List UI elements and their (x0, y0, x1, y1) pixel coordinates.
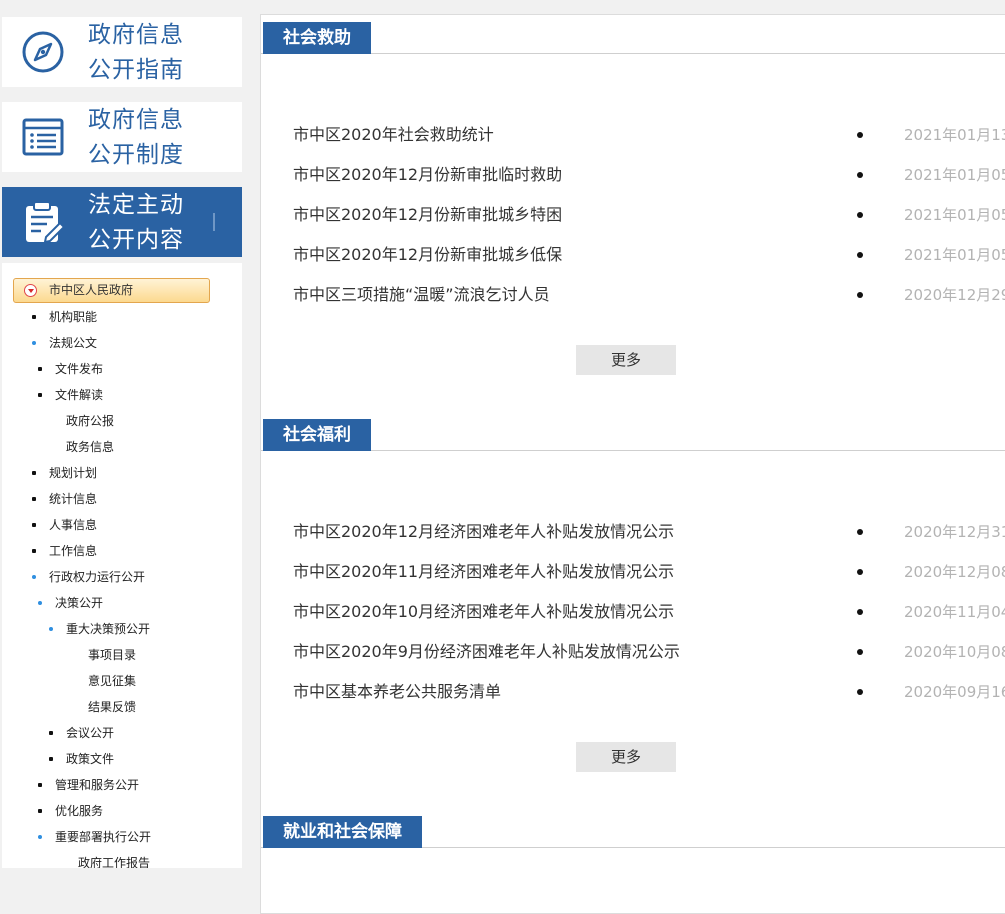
nav-card-disclosure-guide[interactable]: 政府信息 公开指南 (2, 17, 242, 87)
list-document-icon (22, 118, 64, 156)
nav-card-label: 法定主动 公开内容 (88, 192, 184, 253)
bullet-icon (857, 529, 863, 535)
news-item[interactable]: 市中区2020年12月经济困难老年人补贴发放情况公示 2020年12月31 (261, 512, 1005, 552)
bullet-icon (857, 252, 863, 258)
bullet-icon (857, 132, 863, 138)
news-item[interactable]: 市中区2020年12月份新审批临时救助 2021年01月05 (261, 155, 1005, 195)
nav-card-disclosure-system[interactable]: 政府信息 公开制度 (2, 102, 242, 172)
tree-root-node[interactable]: 市中区人民政府 (13, 278, 210, 303)
content-panel: 社会救助 市中区2020年社会救助统计 2021年01月13 市中区2020年12… (260, 14, 1005, 914)
bullet-icon (857, 689, 863, 695)
bullet-icon (857, 212, 863, 218)
bullet-icon (857, 649, 863, 655)
nav-card-label: 政府信息 公开制度 (88, 107, 184, 168)
news-item[interactable]: 市中区2020年9月份经济困难老年人补贴发放情况公示 2020年10月08 (261, 632, 1005, 672)
news-item[interactable]: 市中区三项措施“温暖”流浪乞讨人员 2020年12月29 (261, 275, 1005, 315)
news-item[interactable]: 市中区2020年12月份新审批城乡低保 2021年01月05 (261, 235, 1005, 275)
news-item[interactable]: 市中区2020年10月经济困难老年人补贴发放情况公示 2020年11月04 (261, 592, 1005, 632)
bullet-icon (857, 569, 863, 575)
more-button-social-assistance[interactable]: 更多 (576, 345, 676, 375)
bullet-icon (857, 292, 863, 298)
divider (213, 213, 215, 231)
category-tree: 市中区人民政府 机构职能 法规公文 文件发布 文件解读 政府公报 政务信息 规划… (2, 263, 242, 868)
news-item[interactable]: 市中区2020年12月份新审批城乡特困 2021年01月05 (261, 195, 1005, 235)
section-tab-social-assistance[interactable]: 社会救助 (263, 22, 371, 54)
section-header: 社会福利 (261, 417, 1005, 451)
bullet-icon (857, 609, 863, 615)
collapse-icon[interactable] (24, 284, 37, 297)
clipboard-edit-icon (26, 201, 66, 244)
news-item[interactable]: 市中区基本养老公共服务清单 2020年09月16 (261, 672, 1005, 712)
section-header: 就业和社会保障 (261, 814, 1005, 848)
news-item[interactable]: 市中区2020年社会救助统计 2021年01月13 (261, 115, 1005, 155)
compass-icon (22, 31, 64, 73)
news-item[interactable]: 市中区2020年11月经济困难老年人补贴发放情况公示 2020年12月08 (261, 552, 1005, 592)
nav-card-statutory-content[interactable]: 法定主动 公开内容 (2, 187, 242, 257)
left-column: 政府信息 公开指南 政府信息 公开制度 法定主动 公开内容 市中区人民政府 机构… (0, 0, 242, 868)
section-header: 社会救助 (261, 20, 1005, 54)
nav-card-label: 政府信息 公开指南 (88, 22, 184, 83)
more-button-social-welfare[interactable]: 更多 (576, 742, 676, 772)
bullet-icon (857, 172, 863, 178)
section-tab-employment-social-security[interactable]: 就业和社会保障 (263, 816, 422, 848)
section-tab-social-welfare[interactable]: 社会福利 (263, 419, 371, 451)
